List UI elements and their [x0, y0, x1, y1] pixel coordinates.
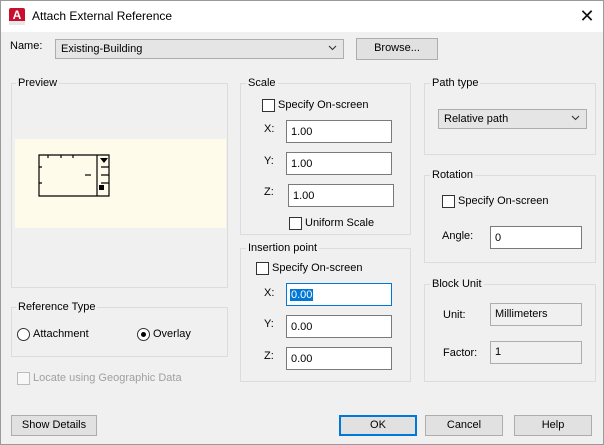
scale-x-label: X: [264, 123, 275, 135]
show-details-button[interactable]: Show Details [11, 415, 97, 436]
factor-value-field: 1 [490, 341, 582, 364]
chevron-down-icon [328, 45, 337, 51]
attachment-radio[interactable] [17, 328, 30, 341]
rotation-group [424, 175, 596, 263]
ok-button[interactable]: OK [339, 415, 417, 436]
insertion-z-label: Z: [264, 350, 274, 362]
preview-group-title: Preview [16, 77, 60, 89]
floor-plan-thumbnail [38, 154, 110, 197]
name-dropdown-value: Existing-Building [61, 43, 143, 55]
unit-label: Unit: [443, 309, 466, 321]
insertion-specify-checkbox[interactable] [256, 262, 269, 275]
insertion-x-input[interactable]: 0.00 [286, 283, 392, 306]
block-unit-title: Block Unit [430, 278, 484, 290]
path-type-value: Relative path [444, 113, 509, 125]
rotation-specify-label[interactable]: Specify On-screen [458, 195, 548, 207]
scale-specify-label[interactable]: Specify On-screen [278, 99, 368, 111]
unit-value-field: Millimeters [490, 303, 582, 326]
rotation-specify-checkbox[interactable] [442, 195, 455, 208]
title-bar: A Attach External Reference ✕ [1, 1, 603, 32]
autocad-app-icon: A [9, 8, 25, 25]
angle-label: Angle: [442, 230, 474, 242]
dialog-title: Attach External Reference [32, 9, 173, 23]
insertion-x-label: X: [264, 287, 275, 299]
insertion-y-input[interactable]: 0.00 [286, 315, 392, 338]
browse-button[interactable]: Browse... [356, 38, 438, 60]
insertion-z-input[interactable]: 0.00 [286, 347, 392, 370]
insertion-specify-label[interactable]: Specify On-screen [272, 262, 362, 274]
scale-y-input[interactable]: 1.00 [286, 152, 392, 175]
scale-z-label: Z: [264, 186, 274, 198]
help-button[interactable]: Help [514, 415, 592, 436]
overlay-label[interactable]: Overlay [153, 328, 191, 340]
uniform-scale-label[interactable]: Uniform Scale [305, 217, 374, 229]
factor-label: Factor: [443, 347, 478, 359]
geographic-data-label: Locate using Geographic Data [33, 372, 182, 384]
scale-y-label: Y: [264, 155, 274, 167]
scale-x-input[interactable]: 1.00 [286, 120, 392, 143]
chevron-down-icon [571, 115, 580, 121]
insertion-point-title: Insertion point [246, 242, 320, 254]
insertion-y-label: Y: [264, 318, 274, 330]
name-dropdown[interactable]: Existing-Building [55, 39, 344, 59]
geographic-data-checkbox[interactable] [17, 372, 30, 385]
attachment-label[interactable]: Attachment [33, 328, 89, 340]
scale-z-input[interactable]: 1.00 [288, 184, 394, 207]
scale-group-title: Scale [246, 77, 278, 89]
dialog-window: A Attach External Reference ✕ Name: Exis… [0, 0, 604, 445]
angle-input[interactable]: 0 [490, 226, 582, 249]
block-unit-group [424, 284, 596, 382]
reference-type-title: Reference Type [16, 301, 98, 313]
cancel-button[interactable]: Cancel [425, 415, 503, 436]
uniform-scale-checkbox[interactable] [289, 217, 302, 230]
rotation-title: Rotation [430, 169, 475, 181]
path-type-title: Path type [430, 77, 481, 89]
scale-specify-checkbox[interactable] [262, 99, 275, 112]
name-label: Name: [10, 40, 43, 52]
path-type-dropdown[interactable]: Relative path [438, 109, 587, 129]
overlay-radio[interactable] [137, 328, 150, 341]
preview-image [15, 139, 226, 228]
close-icon[interactable]: ✕ [576, 6, 598, 28]
